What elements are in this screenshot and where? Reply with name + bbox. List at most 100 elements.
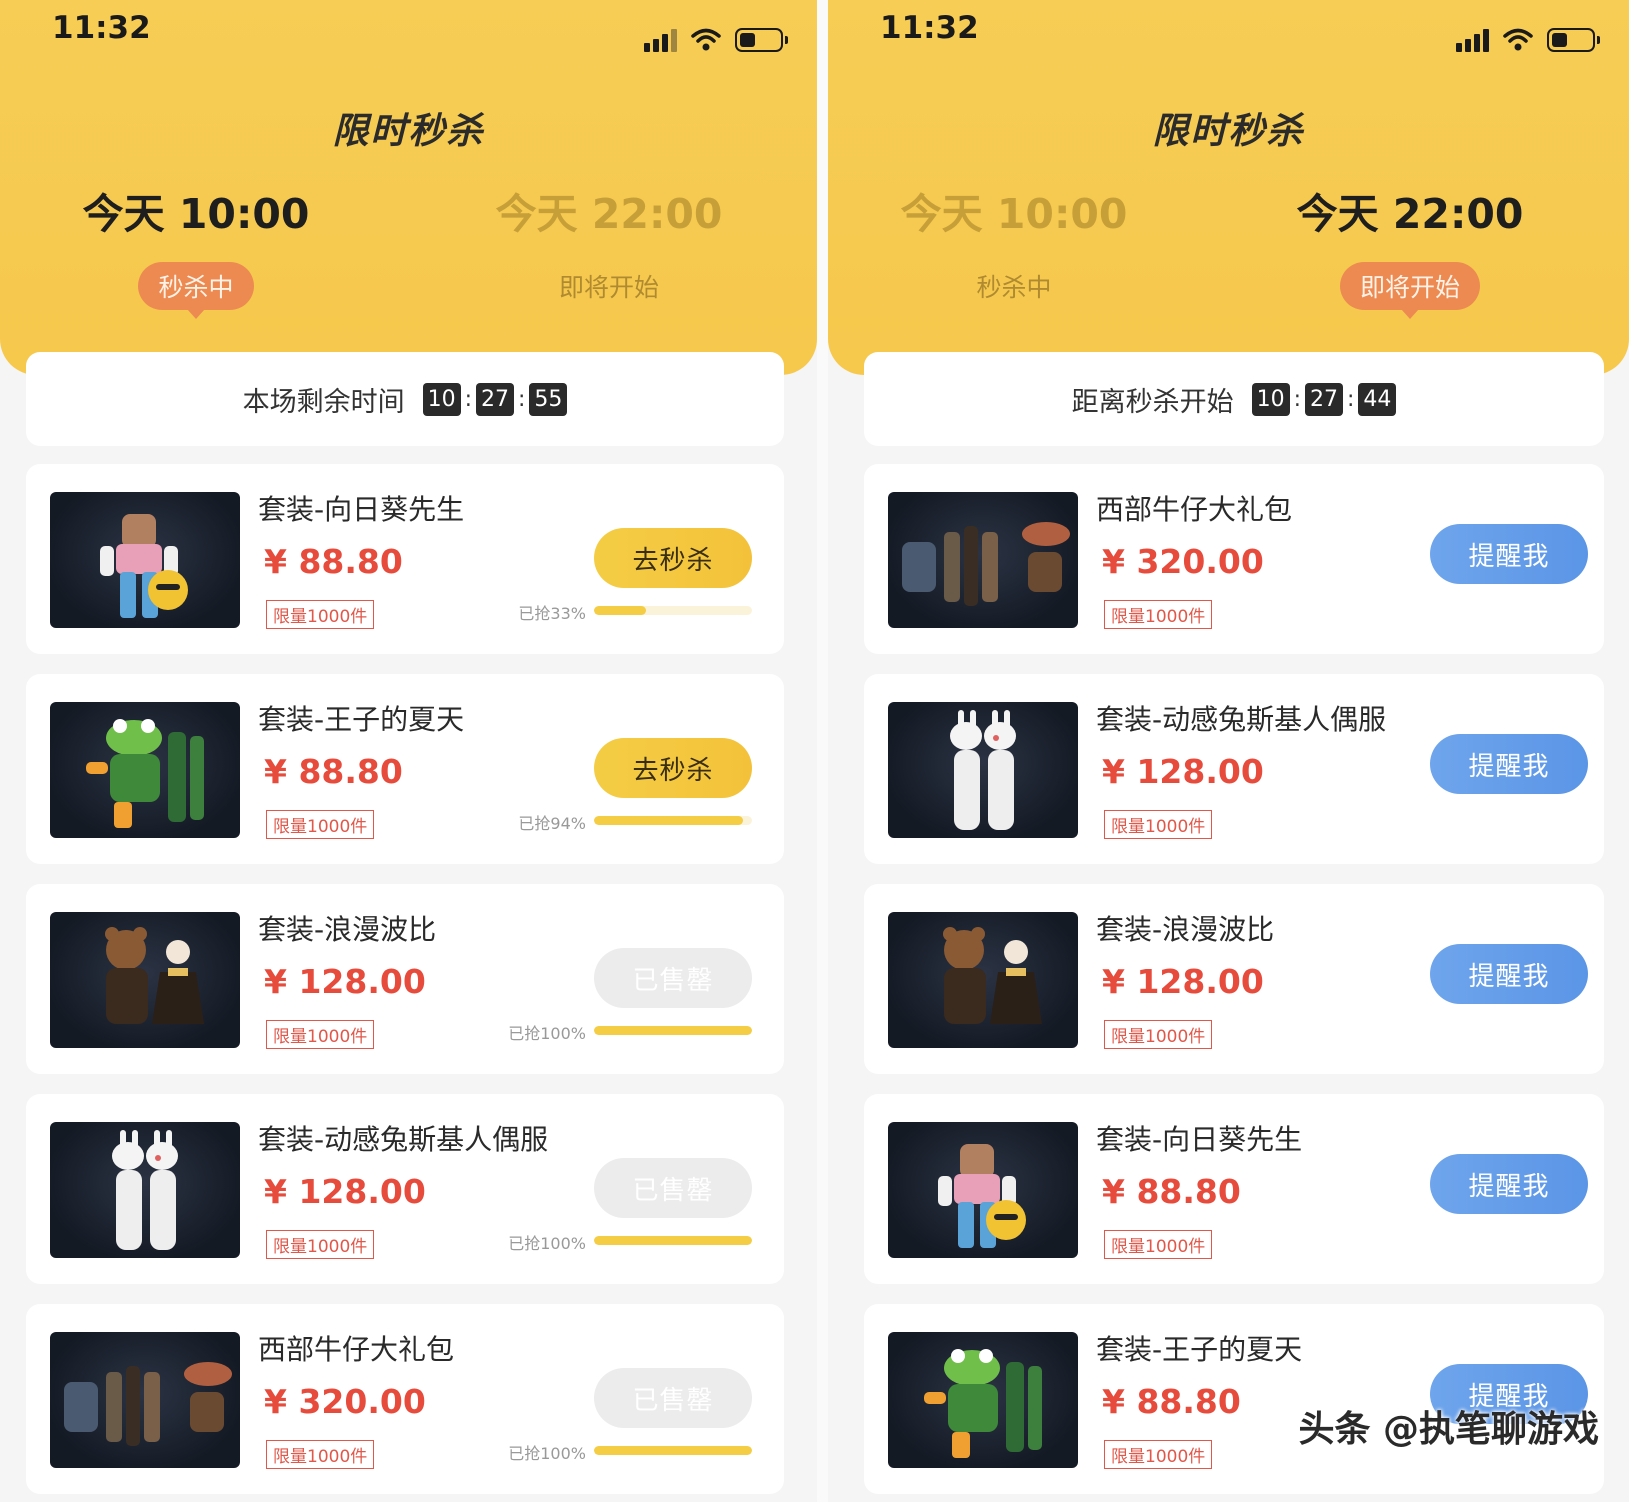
progress-fill bbox=[594, 606, 647, 615]
session-time: 今天 10:00 bbox=[82, 190, 310, 238]
progress-label: 已抢33% bbox=[518, 604, 586, 623]
progress-fill bbox=[594, 816, 743, 825]
watermark: 头条 @执笔聊游戏 bbox=[1298, 1409, 1599, 1450]
page-title: 限时秒杀 bbox=[332, 111, 485, 152]
soldout-button[interactable]: 已售罄 bbox=[594, 948, 752, 1008]
session-state-badge: 秒杀中 bbox=[138, 262, 254, 319]
remind-me-button[interactable]: 提醒我 bbox=[1430, 944, 1588, 1004]
product-name: 套装-浪漫波比 bbox=[258, 913, 437, 946]
product-price: ¥ 88.80 bbox=[1102, 1382, 1241, 1421]
product-price: ¥ 88.80 bbox=[264, 752, 403, 791]
product-card[interactable]: 套装-向日葵先生 ¥ 88.80 限量1000件 去秒杀 已抢33% bbox=[26, 464, 784, 654]
session-tab-evening[interactable]: 今天 22:00 即将开始 bbox=[489, 180, 729, 310]
product-price: ¥ 88.80 bbox=[1102, 1172, 1241, 1211]
screen-upcoming-session: 11:32 限时秒杀 今天 10:00 秒杀中 今天 22:00 即将开始 距离… bbox=[828, 0, 1629, 1502]
progress-fill bbox=[594, 1236, 752, 1245]
status-time: 11:32 bbox=[52, 10, 151, 46]
header: 11:32 限时秒杀 今天 10:00 秒杀中 今天 22:00 即将开始 bbox=[0, 0, 817, 375]
remind-me-button[interactable]: 提醒我 bbox=[1430, 734, 1588, 794]
product-card[interactable]: 西部牛仔大礼包 ¥ 320.00 限量1000件 已售罄 已抢100% bbox=[26, 1304, 784, 1494]
progress-bar bbox=[594, 1026, 752, 1035]
screen-current-session: 11:32 限时秒杀 今天 10:00 秒杀中 今天 22:00 即将开始 本场… bbox=[0, 0, 817, 1502]
countdown-minutes: 27 bbox=[1305, 382, 1343, 416]
countdown-card: 本场剩余时间 10: 27: 55 bbox=[26, 352, 784, 446]
countdown-label: 本场剩余时间 bbox=[242, 386, 405, 418]
progress-label: 已抢100% bbox=[508, 1024, 586, 1043]
product-name: 套装-向日葵先生 bbox=[1096, 1123, 1303, 1156]
product-image-rabbit-costume bbox=[50, 1122, 240, 1258]
product-card[interactable]: 套装-向日葵先生 ¥ 88.80 限量1000件 提醒我 bbox=[864, 1094, 1604, 1284]
product-name: 套装-向日葵先生 bbox=[258, 493, 465, 526]
progress-label: 已抢94% bbox=[518, 814, 586, 833]
session-tab-morning[interactable]: 今天 10:00 秒杀中 bbox=[894, 180, 1134, 310]
product-limit-badge: 限量1000件 bbox=[1104, 600, 1213, 629]
product-limit-badge: 限量1000件 bbox=[266, 1440, 375, 1469]
remind-me-button[interactable]: 提醒我 bbox=[1430, 524, 1588, 584]
product-image-rabbit-costume bbox=[888, 702, 1078, 838]
grab-button[interactable]: 去秒杀 bbox=[594, 528, 752, 588]
progress-label: 已抢100% bbox=[508, 1234, 586, 1253]
progress-fill bbox=[594, 1446, 752, 1455]
signal-icon bbox=[1456, 28, 1489, 52]
product-card[interactable]: 套装-王子的夏天 ¥ 88.80 限量1000件 去秒杀 已抢94% bbox=[26, 674, 784, 864]
signal-icon bbox=[644, 28, 677, 52]
product-image-prince-summer-outfit bbox=[50, 702, 240, 838]
product-name: 套装-浪漫波比 bbox=[1096, 913, 1275, 946]
product-card[interactable]: 套装-王子的夏天 ¥ 88.80 限量1000件 提醒我 bbox=[864, 1304, 1604, 1494]
product-image-western-cowboy-pack bbox=[888, 492, 1078, 628]
countdown-timer: 10: 27: 44 bbox=[1251, 382, 1397, 416]
product-card[interactable]: 套装-动感兔斯基人偶服 ¥ 128.00 限量1000件 已售罄 已抢100% bbox=[26, 1094, 784, 1284]
status-icons bbox=[644, 28, 788, 52]
wifi-icon bbox=[691, 28, 721, 51]
countdown-hours: 10 bbox=[422, 382, 461, 416]
product-image-western-cowboy-pack bbox=[50, 1332, 240, 1468]
product-name: 套装-动感兔斯基人偶服 bbox=[258, 1123, 549, 1156]
divider bbox=[817, 0, 828, 1502]
product-name: 套装-王子的夏天 bbox=[1096, 1333, 1303, 1366]
product-card[interactable]: 套装-浪漫波比 ¥ 128.00 限量1000件 提醒我 bbox=[864, 884, 1604, 1074]
product-price: ¥ 128.00 bbox=[264, 962, 426, 1001]
remind-me-button[interactable]: 提醒我 bbox=[1430, 1154, 1588, 1214]
product-limit-badge: 限量1000件 bbox=[1104, 1020, 1213, 1049]
product-image-prince-summer-outfit bbox=[888, 1332, 1078, 1468]
status-icons bbox=[1456, 28, 1600, 52]
product-limit-badge: 限量1000件 bbox=[1104, 1440, 1213, 1469]
soldout-button[interactable]: 已售罄 bbox=[594, 1368, 752, 1428]
grab-button[interactable]: 去秒杀 bbox=[594, 738, 752, 798]
progress-label: 已抢100% bbox=[508, 1444, 586, 1463]
header: 11:32 限时秒杀 今天 10:00 秒杀中 今天 22:00 即将开始 bbox=[828, 0, 1629, 375]
product-price: ¥ 320.00 bbox=[1102, 542, 1264, 581]
session-time: 今天 22:00 bbox=[495, 190, 723, 238]
product-image-romantic-bobby-outfit bbox=[50, 912, 240, 1048]
product-card[interactable]: 套装-浪漫波比 ¥ 128.00 限量1000件 已售罄 已抢100% bbox=[26, 884, 784, 1074]
session-state-label: 秒杀中 bbox=[976, 273, 1052, 302]
session-tab-morning[interactable]: 今天 10:00 秒杀中 bbox=[76, 180, 316, 319]
product-image-sunflower-outfit bbox=[888, 1122, 1078, 1258]
countdown-seconds: 55 bbox=[529, 382, 568, 416]
product-card[interactable]: 套装-动感兔斯基人偶服 ¥ 128.00 限量1000件 提醒我 bbox=[864, 674, 1604, 864]
product-price: ¥ 128.00 bbox=[264, 1172, 426, 1211]
battery-icon bbox=[1547, 28, 1600, 52]
product-name: 西部牛仔大礼包 bbox=[1096, 493, 1293, 526]
product-limit-badge: 限量1000件 bbox=[266, 810, 375, 839]
session-state-badge: 即将开始 bbox=[1339, 262, 1480, 319]
product-price: ¥ 128.00 bbox=[1102, 962, 1264, 1001]
countdown-hours: 10 bbox=[1251, 382, 1290, 416]
product-price: ¥ 88.80 bbox=[264, 542, 403, 581]
product-image-sunflower-outfit bbox=[50, 492, 240, 628]
product-limit-badge: 限量1000件 bbox=[1104, 1230, 1213, 1259]
progress-bar bbox=[594, 606, 752, 615]
countdown-label: 距离秒杀开始 bbox=[1071, 386, 1234, 418]
countdown-seconds: 44 bbox=[1358, 382, 1397, 416]
countdown-card: 距离秒杀开始 10: 27: 44 bbox=[864, 352, 1604, 446]
progress-bar bbox=[594, 1446, 752, 1455]
product-price: ¥ 320.00 bbox=[264, 1382, 426, 1421]
product-limit-badge: 限量1000件 bbox=[266, 1020, 375, 1049]
session-tab-evening[interactable]: 今天 22:00 即将开始 bbox=[1290, 180, 1530, 319]
page-title: 限时秒杀 bbox=[1152, 111, 1305, 152]
session-state-label: 即将开始 bbox=[558, 273, 659, 302]
soldout-button[interactable]: 已售罄 bbox=[594, 1158, 752, 1218]
product-card[interactable]: 西部牛仔大礼包 ¥ 320.00 限量1000件 提醒我 bbox=[864, 464, 1604, 654]
countdown-timer: 10: 27: 55 bbox=[422, 382, 568, 416]
product-image-romantic-bobby-outfit bbox=[888, 912, 1078, 1048]
